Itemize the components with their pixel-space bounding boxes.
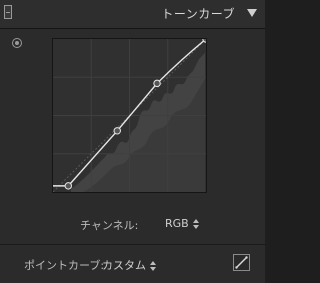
target-adjust-icon[interactable] bbox=[12, 38, 22, 48]
panel-header[interactable]: トーンカーブ bbox=[0, 0, 265, 29]
updown-arrows-icon bbox=[192, 219, 200, 229]
channel-value: RGB bbox=[165, 217, 189, 230]
curve-edit-icon[interactable] bbox=[233, 254, 250, 271]
tone-curve-graph[interactable] bbox=[52, 38, 207, 193]
point-curve-value: カスタム bbox=[102, 259, 146, 272]
curve-canvas[interactable] bbox=[53, 39, 206, 192]
point-curve-select[interactable]: カスタム bbox=[102, 257, 157, 273]
channel-select[interactable]: RGB bbox=[165, 217, 200, 230]
curve-control-point[interactable] bbox=[64, 182, 73, 190]
triangle-down-icon[interactable] bbox=[247, 9, 257, 17]
collapse-box-icon[interactable] bbox=[4, 5, 12, 19]
channel-label: チャンネル: bbox=[80, 219, 139, 232]
updown-arrows-icon bbox=[150, 261, 157, 271]
divider bbox=[0, 244, 265, 245]
tone-curve-panel: トーンカーブ チャンネル: RGB ポイントカーブ: カスタム bbox=[0, 0, 265, 283]
curve-control-point[interactable] bbox=[113, 127, 121, 135]
panel-title: トーンカーブ bbox=[161, 7, 235, 21]
point-curve-label: ポイントカーブ: bbox=[24, 259, 105, 272]
curve-control-point[interactable] bbox=[153, 79, 161, 88]
